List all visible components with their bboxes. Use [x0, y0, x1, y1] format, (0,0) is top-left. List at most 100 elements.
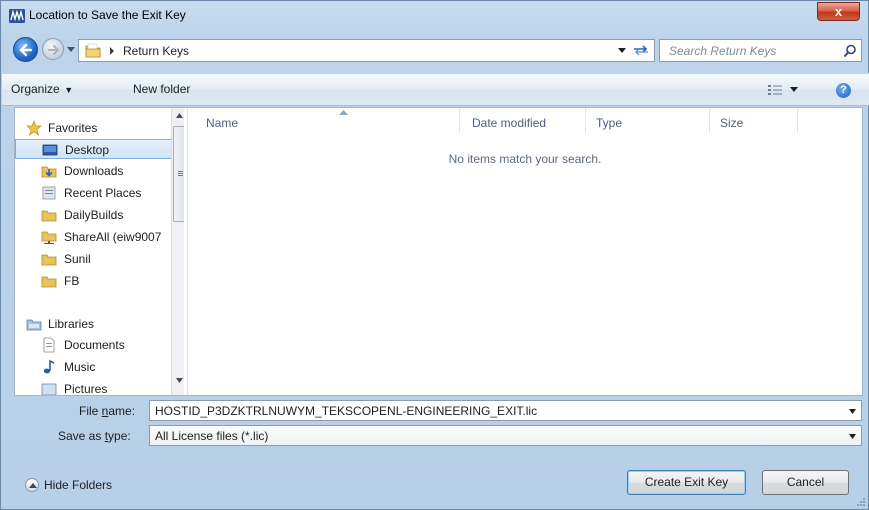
scroll-down-arrow-icon[interactable] [176, 378, 183, 383]
view-options-dropdown-icon[interactable] [790, 87, 798, 93]
hide-folders-label: Hide Folders [44, 478, 113, 492]
new-folder-button[interactable]: New folder [133, 82, 190, 96]
file-list-pane[interactable]: Name Date modified Type Size No items ma… [188, 108, 862, 395]
column-header-name[interactable]: Name [196, 108, 460, 133]
file-name-value[interactable]: HOSTID_P3DZKTRLNUWYM_TEKSCOPENL-ENGINEER… [155, 404, 537, 418]
label-part: ype: [108, 429, 131, 443]
search-icon[interactable] [843, 44, 857, 58]
organize-menu-button[interactable]: Organize ▼ [11, 82, 73, 96]
search-input[interactable]: Search Return Keys [659, 39, 862, 62]
nav-label: Downloads [64, 164, 124, 178]
scrollbar-thumb[interactable] [173, 126, 184, 222]
favorites-label: Favorites [48, 121, 98, 135]
nav-label: ShareAll (eiw9007 [64, 230, 162, 244]
breadcrumb-separator-icon[interactable] [109, 47, 115, 55]
nav-item-downloads[interactable]: Downloads [15, 161, 172, 181]
nav-item-recent-places[interactable]: Recent Places [15, 183, 172, 203]
file-name-field[interactable]: HOSTID_P3DZKTRLNUWYM_TEKSCOPENL-ENGINEER… [149, 400, 862, 421]
nav-label: Music [64, 360, 96, 374]
nav-group-libraries[interactable]: Libraries [15, 314, 172, 334]
resize-grip-icon[interactable] [855, 496, 865, 506]
downloads-folder-icon [41, 166, 57, 178]
navigation-pane[interactable]: Favorites Desktop Downloads Recent Place… [15, 108, 184, 395]
empty-folder-message: No items match your search. [448, 152, 602, 166]
star-icon [26, 120, 42, 136]
change-view-icon[interactable] [767, 83, 783, 97]
save-as-type-select[interactable]: All License files (*.lic) [149, 425, 862, 446]
documents-icon [43, 337, 55, 353]
forward-button[interactable] [42, 38, 64, 60]
column-date-label: Date modified [472, 116, 547, 130]
file-name-label: File name: [79, 404, 135, 418]
label-part: ame: [108, 404, 136, 418]
command-toolbar: Organize ▼ New folder ? [2, 73, 869, 106]
chevron-down-icon[interactable] [849, 434, 856, 439]
column-name-label: Name [206, 116, 239, 130]
nav-item-music[interactable]: Music [15, 357, 172, 377]
close-icon: x [834, 4, 843, 19]
column-header-size[interactable]: Size [710, 108, 798, 133]
organize-label: Organize [11, 82, 60, 96]
column-header-type[interactable]: Type [586, 108, 710, 133]
title-bar[interactable]: Location to Save the Exit Key x [1, 1, 868, 31]
recent-locations-dropdown-icon[interactable] [67, 45, 75, 53]
column-size-label: Size [720, 116, 744, 130]
nav-item-documents[interactable]: Documents [15, 335, 172, 355]
create-exit-key-button[interactable]: Create Exit Key [627, 470, 746, 495]
collapse-arrow-icon [25, 478, 39, 492]
recent-places-icon [42, 186, 56, 200]
nav-item-dailybuilds[interactable]: DailyBuilds [15, 205, 172, 225]
save-dialog-window: Location to Save the Exit Key x Return K… [0, 0, 869, 510]
breadcrumb-return-keys[interactable]: Return Keys [123, 44, 189, 58]
libraries-icon [26, 319, 42, 331]
music-icon [43, 359, 55, 374]
browser-content: Favorites Desktop Downloads Recent Place… [14, 107, 863, 396]
folder-icon [41, 210, 57, 222]
nav-label: DailyBuilds [64, 208, 124, 222]
search-placeholder: Search Return Keys [669, 44, 777, 58]
sort-ascending-icon [339, 110, 348, 115]
refresh-icon [634, 45, 648, 56]
column-header-date-modified[interactable]: Date modified [462, 108, 586, 133]
nav-item-fb[interactable]: FB [15, 271, 172, 291]
scroll-grip-icon [178, 171, 183, 176]
label-part: Save as [58, 429, 105, 443]
folder-icon [85, 43, 101, 58]
address-dropdown-icon[interactable] [618, 48, 626, 54]
folder-icon [41, 254, 57, 266]
nav-item-shareall[interactable]: ShareAll (eiw9007 [15, 227, 172, 247]
nav-item-sunil[interactable]: Sunil [15, 249, 172, 269]
forward-arrow-icon [48, 45, 60, 55]
cancel-button[interactable]: Cancel [762, 470, 849, 495]
column-type-label: Type [596, 116, 623, 130]
close-button[interactable]: x [817, 2, 860, 21]
nav-label: FB [64, 274, 80, 288]
nav-item-pictures[interactable]: Pictures [15, 379, 172, 395]
nav-label: Desktop [65, 143, 110, 157]
nav-label: Pictures [64, 382, 108, 395]
folder-icon [41, 276, 57, 288]
scroll-up-arrow-icon[interactable] [176, 113, 183, 118]
nav-label: Documents [64, 338, 125, 352]
nav-label: Sunil [64, 252, 91, 266]
app-logo-icon [9, 9, 25, 23]
nav-pane-scrollbar[interactable] [171, 108, 184, 395]
libraries-label: Libraries [48, 317, 95, 331]
refresh-button[interactable] [630, 41, 652, 60]
desktop-icon [42, 144, 58, 156]
nav-item-desktop[interactable]: Desktop [15, 139, 172, 159]
help-icon[interactable]: ? [836, 83, 851, 98]
network-folder-icon [41, 231, 57, 244]
back-arrow-icon [19, 43, 33, 57]
nav-label: Recent Places [64, 186, 142, 200]
window-title: Location to Save the Exit Key [29, 8, 186, 22]
save-as-type-value: All License files (*.lic) [155, 429, 269, 443]
save-as-type-label: Save as type: [58, 429, 131, 443]
address-bar[interactable]: Return Keys [78, 39, 655, 62]
back-button[interactable] [13, 37, 38, 62]
label-part: File [79, 404, 102, 418]
chevron-down-icon[interactable] [849, 409, 856, 414]
chevron-down-icon: ▼ [61, 85, 74, 95]
pictures-icon [41, 383, 57, 395]
nav-group-favorites[interactable]: Favorites [15, 118, 172, 138]
